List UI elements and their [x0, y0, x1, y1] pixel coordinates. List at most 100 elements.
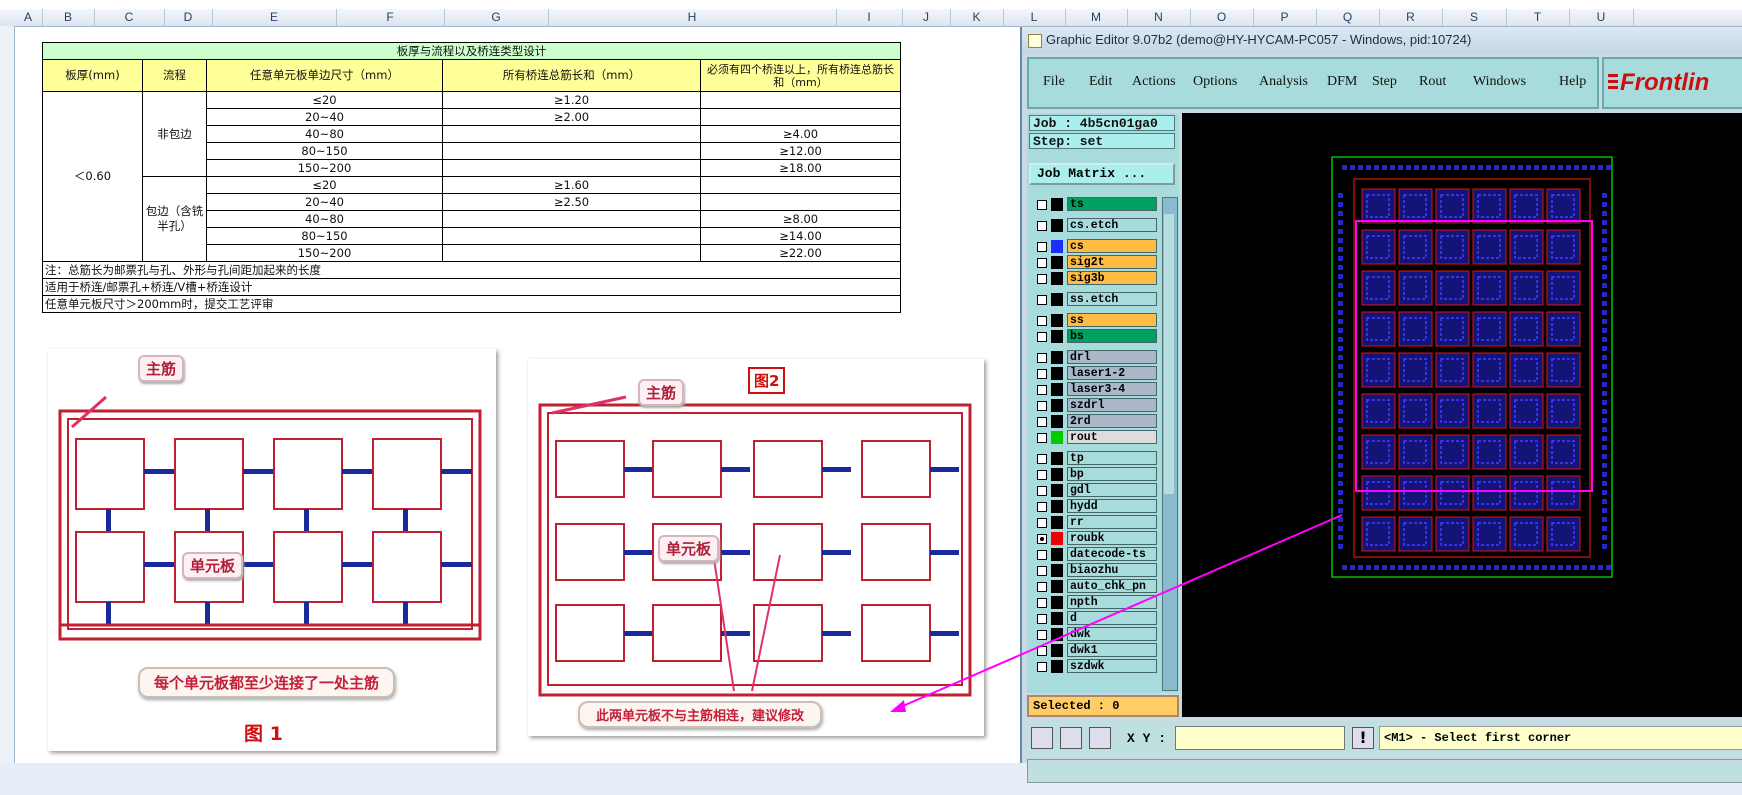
layer-name[interactable]: d: [1067, 611, 1157, 625]
layer-checkbox[interactable]: [1037, 582, 1047, 592]
column-header-i[interactable]: I: [836, 9, 903, 26]
graphic-canvas[interactable]: [1182, 113, 1742, 717]
layer-name[interactable]: szdrl: [1067, 398, 1157, 412]
xy-input[interactable]: [1175, 726, 1345, 750]
layer-checkbox[interactable]: [1037, 598, 1047, 608]
layer-name[interactable]: npth: [1067, 595, 1157, 609]
layer-name[interactable]: 2rd: [1067, 414, 1157, 428]
layer-name[interactable]: ts: [1067, 197, 1157, 211]
layer-name[interactable]: dwk1: [1067, 643, 1157, 657]
header-four-bridges[interactable]: 必须有四个桥连以上，所有桥连总筋长和（mm）: [700, 59, 901, 92]
layer-checkbox[interactable]: [1037, 566, 1047, 576]
layer-color-swatch[interactable]: [1051, 240, 1063, 253]
layer-row-sig2t[interactable]: sig2t: [1029, 255, 1159, 270]
header-process[interactable]: 流程: [142, 59, 207, 92]
layer-color-swatch[interactable]: [1051, 612, 1063, 625]
layer-name[interactable]: cs: [1067, 239, 1157, 253]
column-header-a[interactable]: A: [14, 9, 43, 26]
layer-row-rout[interactable]: rout: [1029, 430, 1159, 445]
layer-color-swatch[interactable]: [1051, 219, 1063, 232]
layer-color-swatch[interactable]: [1051, 564, 1063, 577]
size-cell[interactable]: 80~150: [206, 227, 443, 245]
layer-checkbox[interactable]: [1037, 200, 1047, 210]
snap-grid-icon[interactable]: [1089, 727, 1111, 749]
layer-row-ts[interactable]: ts: [1029, 197, 1159, 212]
layer-row-datecode-ts[interactable]: datecode-ts: [1029, 547, 1159, 562]
layer-checkbox[interactable]: [1037, 454, 1047, 464]
layer-name[interactable]: ss: [1067, 313, 1157, 327]
menu-options[interactable]: Options: [1193, 74, 1237, 90]
layer-name[interactable]: szdwk: [1067, 659, 1157, 673]
layer-checkbox[interactable]: [1037, 534, 1047, 544]
layer-checkbox[interactable]: [1037, 614, 1047, 624]
layer-name[interactable]: cs.etch: [1067, 218, 1157, 232]
layer-row-bp[interactable]: bp: [1029, 467, 1159, 482]
layer-checkbox[interactable]: [1037, 550, 1047, 560]
size-cell[interactable]: 40~80: [206, 210, 443, 228]
layer-row-dwk1[interactable]: dwk1: [1029, 643, 1159, 658]
layer-color-swatch[interactable]: [1051, 548, 1063, 561]
layer-color-swatch[interactable]: [1051, 644, 1063, 657]
layer-color-swatch[interactable]: [1051, 516, 1063, 529]
total-cell[interactable]: ≥1.60: [442, 176, 701, 194]
layer-name[interactable]: hydd: [1067, 499, 1157, 513]
four-bridge-cell[interactable]: ≥22.00: [700, 244, 901, 262]
layer-color-swatch[interactable]: [1051, 431, 1063, 444]
layer-color-swatch[interactable]: [1051, 399, 1063, 412]
layer-name[interactable]: sig2t: [1067, 255, 1157, 269]
column-header-e[interactable]: E: [212, 9, 337, 26]
layer-name[interactable]: dwk: [1067, 627, 1157, 641]
menu-windows[interactable]: Windows: [1473, 74, 1526, 90]
layer-scrollbar[interactable]: [1162, 197, 1178, 691]
menu-actions[interactable]: Actions: [1132, 74, 1176, 90]
process-cell-2[interactable]: 包边（含铣半孔）: [142, 176, 207, 262]
layer-row-szdrl[interactable]: szdrl: [1029, 398, 1159, 413]
layer-row-drl[interactable]: drl: [1029, 350, 1159, 365]
layer-checkbox[interactable]: [1037, 662, 1047, 672]
job-matrix-button[interactable]: Job Matrix ...: [1029, 163, 1175, 185]
column-header-q[interactable]: Q: [1316, 9, 1380, 26]
layer-color-swatch[interactable]: [1051, 484, 1063, 497]
total-cell[interactable]: [442, 227, 701, 245]
layer-row-cs[interactable]: cs: [1029, 239, 1159, 254]
layer-color-swatch[interactable]: [1051, 256, 1063, 269]
layer-row-gdl[interactable]: gdl: [1029, 483, 1159, 498]
layer-row-dwk[interactable]: dwk: [1029, 627, 1159, 642]
layer-row-auto_chk_pn[interactable]: auto_chk_pn: [1029, 579, 1159, 594]
layer-row-sig3b[interactable]: sig3b: [1029, 271, 1159, 286]
total-cell[interactable]: [442, 125, 701, 143]
layer-checkbox[interactable]: [1037, 486, 1047, 496]
layer-checkbox[interactable]: [1037, 369, 1047, 379]
column-header-p[interactable]: P: [1253, 9, 1317, 26]
layer-checkbox[interactable]: [1037, 332, 1047, 342]
note-cell[interactable]: 注：总筋长为邮票孔与孔、外形与孔间距加起来的长度: [42, 261, 901, 279]
layer-name[interactable]: rr: [1067, 515, 1157, 529]
column-header-f[interactable]: F: [336, 9, 445, 26]
layer-color-swatch[interactable]: [1051, 660, 1063, 673]
layer-checkbox[interactable]: [1037, 385, 1047, 395]
layer-name[interactable]: tp: [1067, 451, 1157, 465]
layer-row-szdwk[interactable]: szdwk: [1029, 659, 1159, 674]
layer-row-d[interactable]: d: [1029, 611, 1159, 626]
layer-name[interactable]: auto_chk_pn: [1067, 579, 1157, 593]
layer-name[interactable]: laser3-4: [1067, 382, 1157, 396]
size-cell[interactable]: 40~80: [206, 125, 443, 143]
layer-color-swatch[interactable]: [1051, 468, 1063, 481]
layer-name[interactable]: datecode-ts: [1067, 547, 1157, 561]
menu-edit[interactable]: Edit: [1089, 74, 1112, 90]
layer-color-swatch[interactable]: [1051, 330, 1063, 343]
size-cell[interactable]: 20~40: [206, 193, 443, 211]
layer-row-laser3-4[interactable]: laser3-4: [1029, 382, 1159, 397]
layer-name[interactable]: roubk: [1067, 531, 1157, 545]
total-cell[interactable]: [442, 159, 701, 177]
layer-row-ss.etch[interactable]: ss.etch: [1029, 292, 1159, 307]
scroll-thumb[interactable]: [1164, 214, 1174, 494]
layer-checkbox[interactable]: [1037, 417, 1047, 427]
menu-step[interactable]: Step: [1372, 74, 1397, 90]
layer-row-cs.etch[interactable]: cs.etch: [1029, 218, 1159, 233]
layer-checkbox[interactable]: [1037, 646, 1047, 656]
column-header-h[interactable]: H: [548, 9, 837, 26]
layer-checkbox[interactable]: [1037, 274, 1047, 284]
column-header-m[interactable]: M: [1065, 9, 1128, 26]
layer-color-swatch[interactable]: [1051, 596, 1063, 609]
